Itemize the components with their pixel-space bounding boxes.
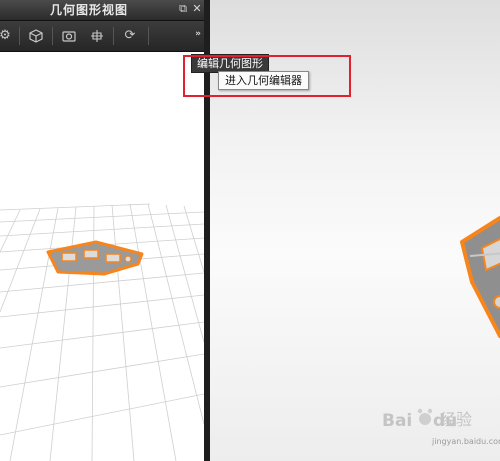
geometry-model-zoomed[interactable]	[460, 212, 500, 372]
toolbar-divider	[52, 27, 53, 45]
panel-title: 几何图形视图	[49, 3, 128, 17]
double-chevron-icon[interactable]: »	[195, 29, 201, 39]
svg-text:Bai: Bai	[382, 411, 412, 431]
watermark-url: jingyan.baidu.com	[432, 437, 500, 446]
refresh-icon[interactable]: ⟳	[119, 26, 141, 46]
grid-view-icon[interactable]	[86, 26, 108, 46]
annotation-highlight-box	[183, 55, 351, 97]
geometry-model[interactable]	[44, 238, 154, 288]
toolbar-divider	[19, 27, 20, 45]
watermark-text: 经验	[440, 410, 473, 429]
toolbar-divider	[148, 27, 149, 45]
panel-titlebar: 几何图形视图 ⧉ ✕	[0, 0, 204, 21]
baidu-watermark-logo: Bai du	[382, 408, 457, 431]
panel-toolbar: ⚙ ⟳ »	[0, 21, 204, 52]
geometry-view-panel: 几何图形视图 ⧉ ✕ ⚙ ⟳ »	[0, 0, 204, 461]
close-icon[interactable]: ✕	[190, 2, 204, 16]
settings-gear-icon[interactable]: ⚙	[0, 26, 16, 46]
left-3d-viewport[interactable]	[0, 52, 204, 461]
toolbar-divider	[113, 27, 114, 45]
box-3d-icon[interactable]	[25, 26, 47, 46]
restore-icon[interactable]: ⧉	[176, 2, 190, 16]
camera-icon[interactable]	[58, 26, 80, 46]
